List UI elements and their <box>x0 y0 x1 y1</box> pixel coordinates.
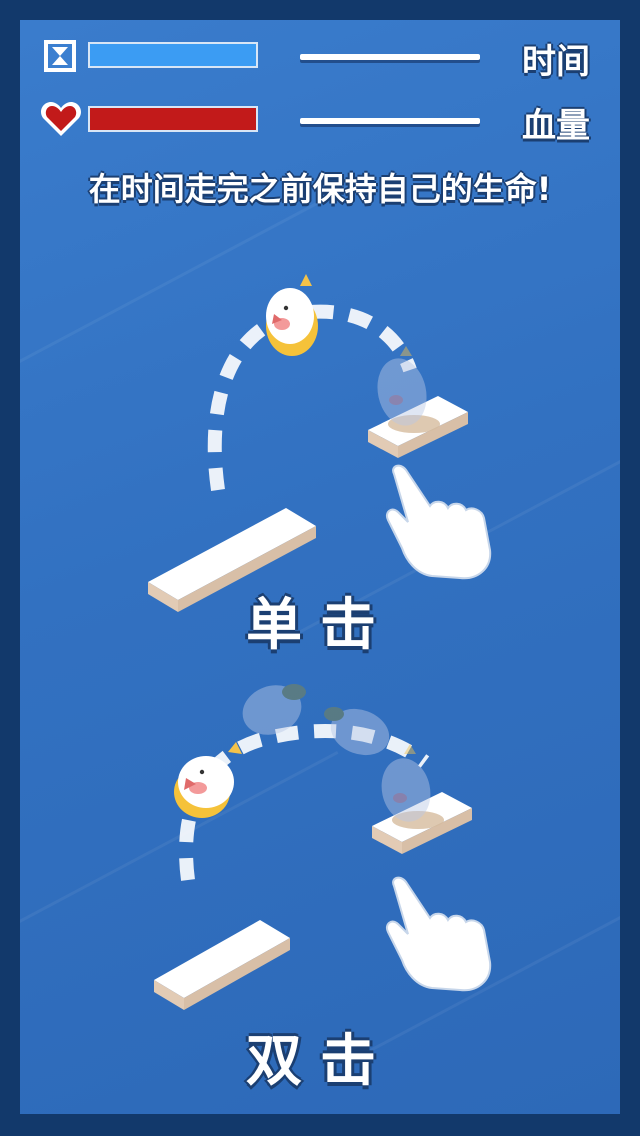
double-tap-label: 双击 <box>246 1029 394 1094</box>
tutorial-scene <box>148 274 492 1010</box>
bird-character-single <box>266 274 318 356</box>
single-tap-label: 单击 <box>246 593 394 658</box>
tap-hand-icon-double <box>386 876 492 992</box>
bird-ghost-double-2 <box>324 707 390 756</box>
tap-hand-icon-single <box>386 464 492 580</box>
bird-character-double <box>174 742 242 818</box>
game-panel: 时间 血量 在时间走完之前保持自己的生命! 单击 双击 <box>20 20 620 1114</box>
screen-frame: 时间 血量 在时间走完之前保持自己的生命! 单击 双击 <box>0 0 640 1136</box>
platform-large-double <box>154 920 290 1010</box>
